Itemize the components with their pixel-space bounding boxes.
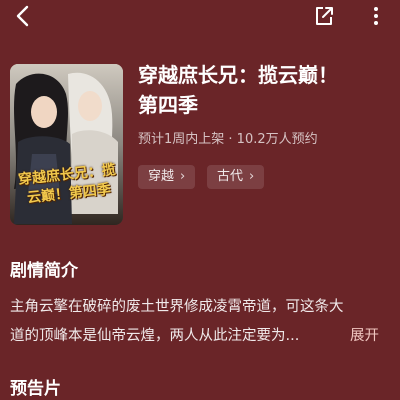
share-button[interactable] [312,4,336,28]
tag-label: 古代 [217,169,244,184]
book-title: 穿越庶长兄：揽云巅！ 第四季 [138,60,388,120]
back-button[interactable] [12,4,36,28]
top-bar [0,0,400,30]
tag-label: 穿越 [148,169,175,184]
synopsis-line1: 主角云擎在破碎的废土世界修成凌霄帝道，可这条大 [10,299,344,315]
trailer-heading: 预告片 [10,379,61,399]
chevron-right-icon: › [180,169,186,184]
tag-gudai[interactable]: 古代 › [207,165,265,189]
chevron-left-icon [16,5,29,27]
synopsis-text: 主角云擎在破碎的废土世界修成凌霄帝道，可这条大 道的顶峰本是仙帝云煌，两人从此注… [10,293,385,351]
book-title-line1: 穿越庶长兄：揽云巅！ [138,63,338,87]
book-title-line2: 第四季 [138,93,198,117]
release-meta: 预计1周内上架 · 10.2万人预约 [138,132,318,147]
more-button[interactable] [366,4,386,28]
chevron-right-icon: › [249,169,255,184]
share-icon [316,7,333,25]
more-vertical-icon [374,7,378,25]
synopsis-line2: 道的顶峰本是仙帝云煌，两人从此注定要为... [10,328,300,344]
expand-button[interactable]: 展开 [350,322,379,351]
synopsis-heading: 剧情简介 [10,261,78,281]
book-cover[interactable]: 穿越庶长兄：揽云巅！第四季 [10,64,123,225]
tag-chuanyue[interactable]: 穿越 › [138,165,196,189]
